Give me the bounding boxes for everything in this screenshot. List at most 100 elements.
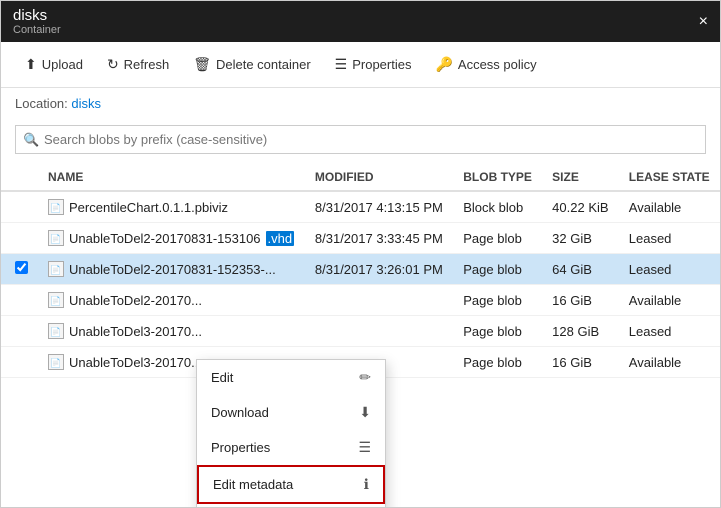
table-row[interactable]: 📄 UnableToDel2-20170831-153106 .vhd 8/31/20… — [1, 223, 720, 254]
row-size: 16 GiB — [542, 347, 619, 378]
row-name: 📄 PercentileChart.0.1.1.pbiviz — [38, 191, 305, 223]
col-name: NAME — [38, 164, 305, 191]
menu-item-icon: ⬇ — [359, 404, 371, 421]
delete-container-icon: 🗑 — [193, 56, 211, 73]
titlebar: disks Container × — [1, 1, 720, 42]
row-modified: 8/31/2017 4:13:15 PM — [305, 191, 453, 223]
menu-item-icon: ☰ — [358, 439, 371, 456]
context-menu-item-break-lease[interactable]: Break lease⚡ — [197, 504, 385, 507]
row-name-highlight: .vhd — [266, 231, 295, 246]
menu-item-icon: ✏ — [359, 369, 371, 386]
context-menu-item-edit[interactable]: Edit ✏ — [197, 360, 385, 395]
row-blob-type: Page blob — [453, 316, 542, 347]
row-lease-state: Leased — [619, 254, 720, 285]
row-blob-type: Page blob — [453, 223, 542, 254]
table-row[interactable]: 📄 PercentileChart.0.1.1.pbiviz 8/31/2017 4… — [1, 191, 720, 223]
row-blob-type: Page blob — [453, 285, 542, 316]
row-modified: 8/31/2017 3:26:01 PM — [305, 254, 453, 285]
menu-item-label: Edit metadata — [213, 477, 293, 492]
delete-container-button[interactable]: 🗑 Delete container — [183, 50, 320, 79]
blobs-table: NAME MODIFIED BLOB TYPE SIZE LEASE STATE… — [1, 164, 720, 378]
table-row[interactable]: 📄 UnableToDel2-20170831-152353-... 8/31/20… — [1, 254, 720, 285]
row-blob-type: Block blob — [453, 191, 542, 223]
file-icon: 📄 — [48, 261, 64, 277]
row-size: 40.22 KiB — [542, 191, 619, 223]
col-blob-type: BLOB TYPE — [453, 164, 542, 191]
main-window: disks Container × ⬆ Upload ↻ Refresh 🗑 D… — [0, 0, 721, 508]
context-menu: Edit ✏ Download ⬇ Properties ☰ Edit metadata ℹ B… — [196, 359, 386, 507]
menu-item-icon: ℹ — [364, 476, 369, 493]
access-policy-icon: 🔑 — [435, 56, 452, 73]
table-row[interactable]: 📄 UnableToDel3-20170... Page blob128 GiBLe… — [1, 316, 720, 347]
context-menu-item-download[interactable]: Download ⬇ — [197, 395, 385, 430]
search-icon: 🔍 — [23, 132, 39, 148]
properties-button[interactable]: ☰ Properties — [325, 50, 422, 79]
col-modified: MODIFIED — [305, 164, 453, 191]
row-checkbox-cell — [1, 223, 38, 254]
file-icon: 📄 — [48, 199, 64, 215]
table-header-row: NAME MODIFIED BLOB TYPE SIZE LEASE STATE — [1, 164, 720, 191]
upload-icon: ⬆ — [25, 56, 37, 73]
row-checkbox-cell — [1, 254, 38, 285]
row-name-text: PercentileChart.0.1.1.pbiviz — [69, 200, 228, 215]
toolbar: ⬆ Upload ↻ Refresh 🗑 Delete container ☰ … — [1, 42, 720, 88]
titlebar-left: disks Container — [13, 7, 61, 36]
row-name-text: UnableToDel2-20170831-153106 — [69, 231, 261, 246]
col-check — [1, 164, 38, 191]
row-lease-state: Available — [619, 285, 720, 316]
row-modified — [305, 285, 453, 316]
row-size: 64 GiB — [542, 254, 619, 285]
row-lease-state: Available — [619, 347, 720, 378]
context-menu-item-properties[interactable]: Properties ☰ — [197, 430, 385, 465]
row-blob-type: Page blob — [453, 254, 542, 285]
file-icon: 📄 — [48, 292, 64, 308]
row-size: 16 GiB — [542, 285, 619, 316]
row-name: 📄 UnableToDel2-20170831-152353-... — [38, 254, 305, 285]
row-name: 📄UnableToDel2-20170... — [38, 285, 305, 316]
window-subtitle: Container — [13, 24, 61, 36]
row-name-text: UnableToDel3-20170... — [69, 355, 202, 370]
row-lease-state: Leased — [619, 316, 720, 347]
file-icon: 📄 — [48, 230, 64, 246]
row-name-text: UnableToDel2-20170831-152353-... — [69, 262, 276, 277]
window-title: disks — [13, 7, 61, 24]
search-input[interactable] — [15, 125, 706, 154]
row-lease-state: Leased — [619, 223, 720, 254]
context-menu-item-edit-metadata[interactable]: Edit metadata ℹ — [197, 465, 385, 504]
menu-item-label: Edit — [211, 370, 233, 385]
breadcrumb-link[interactable]: disks — [71, 96, 101, 111]
row-name-text: UnableToDel3-20170... — [69, 324, 202, 339]
refresh-label: Refresh — [124, 57, 170, 72]
file-icon: 📄 — [48, 323, 64, 339]
refresh-button[interactable]: ↻ Refresh — [97, 50, 179, 79]
menu-item-label: Properties — [211, 440, 270, 455]
row-checkbox-cell — [1, 347, 38, 378]
delete-container-label: Delete container — [216, 57, 311, 72]
row-checkbox-cell — [1, 191, 38, 223]
row-lease-state: Available — [619, 191, 720, 223]
breadcrumb: Location: disks — [1, 88, 720, 119]
row-name: 📄 UnableToDel3-20170... — [38, 316, 305, 347]
upload-label: Upload — [42, 57, 83, 72]
row-size: 128 GiB — [542, 316, 619, 347]
upload-button[interactable]: ⬆ Upload — [15, 50, 93, 79]
properties-icon: ☰ — [335, 56, 348, 73]
menu-item-label: Download — [211, 405, 269, 420]
row-checkbox-cell — [1, 285, 38, 316]
col-size: SIZE — [542, 164, 619, 191]
table-row[interactable]: 📄UnableToDel2-20170... Page blob16 GiBAva… — [1, 285, 720, 316]
row-blob-type: Page blob — [453, 347, 542, 378]
row-modified — [305, 316, 453, 347]
close-button[interactable]: × — [699, 14, 708, 30]
access-policy-label: Access policy — [458, 57, 537, 72]
table-container: NAME MODIFIED BLOB TYPE SIZE LEASE STATE… — [1, 164, 720, 507]
refresh-icon: ↻ — [107, 56, 119, 73]
search-bar: 🔍 — [1, 119, 720, 164]
search-wrapper: 🔍 — [15, 125, 706, 154]
row-name: 📄 UnableToDel2-20170831-153106 .vhd — [38, 223, 305, 254]
access-policy-button[interactable]: 🔑 Access policy — [425, 50, 546, 79]
row-checkbox-cell — [1, 316, 38, 347]
row-checkbox[interactable] — [15, 261, 28, 274]
row-size: 32 GiB — [542, 223, 619, 254]
row-modified: 8/31/2017 3:33:45 PM — [305, 223, 453, 254]
